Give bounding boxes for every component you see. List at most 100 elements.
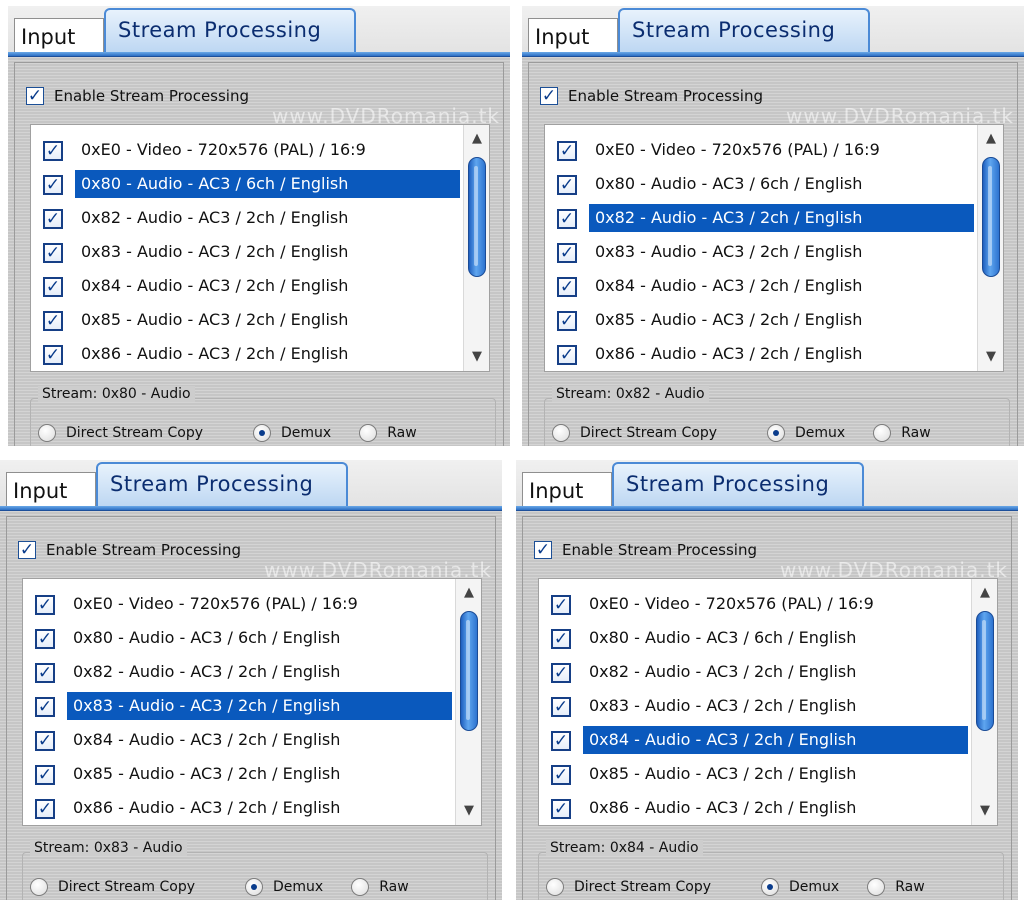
stream-row[interactable]: ✓ 0x86 - Audio - AC3 / 2ch / English (539, 791, 969, 825)
stream-list[interactable]: ✓ 0xE0 - Video - 720x576 (PAL) / 16:9 ✓ 0x8… (544, 124, 1004, 372)
scroll-down-arrow-icon[interactable]: ▼ (456, 799, 481, 823)
stream-row[interactable]: ✓ 0x82 - Audio - AC3 / 2ch / English (23, 655, 453, 689)
stream-checkbox[interactable]: ✓ (557, 141, 577, 161)
enable-stream-processing-row[interactable]: ✓ Enable Stream Processing (540, 84, 763, 108)
stream-row[interactable]: ✓ 0x82 - Audio - AC3 / 2ch / English (545, 201, 975, 235)
tab-stream-processing[interactable]: Stream Processing (104, 8, 356, 54)
stream-list-scrollbar[interactable]: ▲ ▼ (455, 579, 481, 825)
stream-row[interactable]: ✓ 0x80 - Audio - AC3 / 6ch / English (539, 621, 969, 655)
stream-checkbox[interactable]: ✓ (551, 595, 571, 615)
stream-row[interactable]: ✓ 0x83 - Audio - AC3 / 2ch / English (31, 235, 461, 269)
stream-checkbox[interactable]: ✓ (551, 663, 571, 683)
stream-checkbox[interactable]: ✓ (43, 209, 63, 229)
stream-list-scrollbar[interactable]: ▲ ▼ (971, 579, 997, 825)
stream-checkbox[interactable]: ✓ (557, 311, 577, 331)
stream-checkbox[interactable]: ✓ (35, 799, 55, 819)
stream-checkbox[interactable]: ✓ (35, 765, 55, 785)
tab-input[interactable]: Input (14, 18, 104, 54)
tab-input[interactable]: Input (6, 472, 96, 508)
stream-row[interactable]: ✓ 0x83 - Audio - AC3 / 2ch / English (23, 689, 453, 723)
radio-raw[interactable] (867, 878, 886, 896)
stream-row[interactable]: ✓ 0x84 - Audio - AC3 / 2ch / English (539, 723, 969, 757)
scrollbar-thumb[interactable] (982, 157, 1000, 277)
radio-direct-stream-copy[interactable] (30, 878, 48, 896)
stream-row[interactable]: ✓ 0x86 - Audio - AC3 / 2ch / English (545, 337, 975, 371)
stream-list[interactable]: ✓ 0xE0 - Video - 720x576 (PAL) / 16:9 ✓ 0x8… (538, 578, 998, 826)
enable-stream-processing-checkbox[interactable]: ✓ (26, 87, 44, 105)
enable-stream-processing-row[interactable]: ✓ Enable Stream Processing (534, 538, 757, 562)
scrollbar-thumb[interactable] (468, 157, 486, 277)
stream-row[interactable]: ✓ 0x86 - Audio - AC3 / 2ch / English (31, 337, 461, 371)
stream-row[interactable]: ✓ 0x85 - Audio - AC3 / 2ch / English (31, 303, 461, 337)
stream-checkbox[interactable]: ✓ (35, 629, 55, 649)
stream-list[interactable]: ✓ 0xE0 - Video - 720x576 (PAL) / 16:9 ✓ 0x8… (30, 124, 490, 372)
stream-checkbox[interactable]: ✓ (551, 697, 571, 717)
tab-input[interactable]: Input (522, 472, 612, 508)
stream-row[interactable]: ✓ 0xE0 - Video - 720x576 (PAL) / 16:9 (545, 133, 975, 167)
tab-stream-processing[interactable]: Stream Processing (618, 8, 870, 54)
stream-checkbox[interactable]: ✓ (43, 277, 63, 297)
scroll-up-arrow-icon[interactable]: ▲ (978, 127, 1003, 151)
stream-checkbox[interactable]: ✓ (43, 243, 63, 263)
stream-checkbox[interactable]: ✓ (557, 345, 577, 365)
stream-checkbox[interactable]: ✓ (557, 175, 577, 195)
radio-demux[interactable] (245, 878, 263, 896)
stream-checkbox[interactable]: ✓ (43, 345, 63, 365)
stream-row[interactable]: ✓ 0x80 - Audio - AC3 / 6ch / English (23, 621, 453, 655)
stream-row[interactable]: ✓ 0x80 - Audio - AC3 / 6ch / English (31, 167, 461, 201)
radio-demux[interactable] (253, 424, 271, 442)
stream-row[interactable]: ✓ 0x83 - Audio - AC3 / 2ch / English (545, 235, 975, 269)
radio-raw[interactable] (873, 424, 892, 442)
scroll-down-arrow-icon[interactable]: ▼ (978, 345, 1003, 369)
stream-checkbox[interactable]: ✓ (551, 799, 571, 819)
stream-row[interactable]: ✓ 0x85 - Audio - AC3 / 2ch / English (545, 303, 975, 337)
stream-row[interactable]: ✓ 0x83 - Audio - AC3 / 2ch / English (539, 689, 969, 723)
scroll-down-arrow-icon[interactable]: ▼ (464, 345, 489, 369)
stream-checkbox[interactable]: ✓ (551, 731, 571, 751)
tab-stream-processing[interactable]: Stream Processing (96, 462, 348, 508)
radio-direct-stream-copy[interactable] (546, 878, 564, 896)
stream-row[interactable]: ✓ 0xE0 - Video - 720x576 (PAL) / 16:9 (539, 587, 969, 621)
scrollbar-thumb[interactable] (460, 611, 478, 731)
stream-checkbox[interactable]: ✓ (551, 629, 571, 649)
stream-row[interactable]: ✓ 0xE0 - Video - 720x576 (PAL) / 16:9 (31, 133, 461, 167)
scroll-up-arrow-icon[interactable]: ▲ (972, 581, 997, 605)
stream-row[interactable]: ✓ 0x84 - Audio - AC3 / 2ch / English (31, 269, 461, 303)
enable-stream-processing-checkbox[interactable]: ✓ (18, 541, 36, 559)
tab-stream-processing[interactable]: Stream Processing (612, 462, 864, 508)
radio-demux[interactable] (761, 878, 779, 896)
radio-direct-stream-copy[interactable] (552, 424, 570, 442)
stream-checkbox[interactable]: ✓ (43, 175, 63, 195)
stream-row[interactable]: ✓ 0x84 - Audio - AC3 / 2ch / English (545, 269, 975, 303)
stream-checkbox[interactable]: ✓ (43, 311, 63, 331)
stream-checkbox[interactable]: ✓ (557, 243, 577, 263)
stream-row[interactable]: ✓ 0x82 - Audio - AC3 / 2ch / English (539, 655, 969, 689)
stream-row[interactable]: ✓ 0xE0 - Video - 720x576 (PAL) / 16:9 (23, 587, 453, 621)
stream-row[interactable]: ✓ 0x86 - Audio - AC3 / 2ch / English (23, 791, 453, 825)
stream-row[interactable]: ✓ 0x85 - Audio - AC3 / 2ch / English (539, 757, 969, 791)
enable-stream-processing-checkbox[interactable]: ✓ (540, 87, 558, 105)
scroll-up-arrow-icon[interactable]: ▲ (464, 127, 489, 151)
stream-list-scrollbar[interactable]: ▲ ▼ (977, 125, 1003, 371)
stream-checkbox[interactable]: ✓ (551, 765, 571, 785)
stream-checkbox[interactable]: ✓ (43, 141, 63, 161)
enable-stream-processing-row[interactable]: ✓ Enable Stream Processing (26, 84, 249, 108)
scroll-up-arrow-icon[interactable]: ▲ (456, 581, 481, 605)
tab-input[interactable]: Input (528, 18, 618, 54)
stream-checkbox[interactable]: ✓ (35, 595, 55, 615)
stream-list-scrollbar[interactable]: ▲ ▼ (463, 125, 489, 371)
scrollbar-thumb[interactable] (976, 611, 994, 731)
stream-row[interactable]: ✓ 0x84 - Audio - AC3 / 2ch / English (23, 723, 453, 757)
scroll-down-arrow-icon[interactable]: ▼ (972, 799, 997, 823)
stream-row[interactable]: ✓ 0x82 - Audio - AC3 / 2ch / English (31, 201, 461, 235)
stream-row[interactable]: ✓ 0x80 - Audio - AC3 / 6ch / English (545, 167, 975, 201)
stream-row[interactable]: ✓ 0x85 - Audio - AC3 / 2ch / English (23, 757, 453, 791)
enable-stream-processing-checkbox[interactable]: ✓ (534, 541, 552, 559)
radio-direct-stream-copy[interactable] (38, 424, 56, 442)
stream-checkbox[interactable]: ✓ (35, 663, 55, 683)
radio-demux[interactable] (767, 424, 785, 442)
stream-checkbox[interactable]: ✓ (557, 209, 577, 229)
radio-raw[interactable] (351, 878, 370, 896)
stream-checkbox[interactable]: ✓ (557, 277, 577, 297)
enable-stream-processing-row[interactable]: ✓ Enable Stream Processing (18, 538, 241, 562)
